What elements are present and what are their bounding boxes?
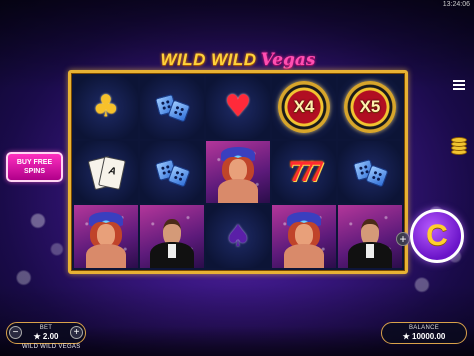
reel-cell-spade: ♠ [206,205,270,268]
multiplier-x4-chip: X4 [278,81,330,134]
reel-cell-showgirl [206,140,270,204]
bet-decrease-button[interactable]: − [9,326,22,339]
balance-panel: BALANCE ★ 10000.00 [381,322,467,344]
game-name: WILD WILD VEGAS [22,344,81,350]
showgirl-icon [74,205,138,268]
multiplier-x4-label: X4 [293,97,315,117]
logo-vegas-text: Vegas [260,50,316,70]
reels-frame: ♣ ♥ X4 X5 A 777 ♠ [68,70,408,274]
bet-increase-button[interactable]: + [70,326,83,339]
card-face: A [98,156,126,190]
autoplay-plus-button[interactable]: + [396,232,410,246]
showgirl-icon [206,141,270,204]
heart-icon: ♥ [224,89,252,125]
reel-cell-showgirl [272,205,336,268]
logo-wild-text: WILD WILD [160,50,257,69]
multiplier-x5-label: X5 [359,97,381,117]
reel-cell-heart: ♥ [206,76,270,139]
multiplier-x5-chip: X5 [344,81,396,134]
balance-value: ★ 10000.00 [402,332,446,341]
spin-icon: C [426,219,448,252]
reel-cell-sevens: 777 [272,140,336,204]
bet-panel[interactable]: − BET ★ 2.00 + [6,322,86,344]
reel-cell-dice [140,76,204,139]
buy-free-spins-button[interactable]: BUY FREE SPINS [6,152,63,182]
showgirl-icon [272,205,336,268]
gentleman-icon [140,205,204,268]
triple-seven-icon: 777 [289,154,324,188]
spade-icon: ♠ [224,218,252,254]
reel-cell-multiplier-x5: X5 [338,76,402,139]
dice-icon [352,158,389,188]
dice-icon [154,158,191,188]
reel-cell-cards: A [74,140,138,204]
reel-grid: ♣ ♥ X4 X5 A 777 ♠ [74,76,402,268]
coins-icon[interactable] [449,137,467,155]
reel-cell-dice [140,140,204,204]
reel-cell-showgirl [74,205,138,268]
reel-cell-dice [338,140,402,204]
dice-icon [154,94,191,123]
reel-cell-club: ♣ [74,76,138,139]
menu-icon[interactable] [453,80,465,90]
balance-label: BALANCE [408,325,440,331]
spin-button[interactable]: C [410,209,464,263]
reel-cell-man [338,205,402,268]
gentleman-icon [338,205,402,268]
club-icon: ♣ [92,89,120,125]
reel-cell-multiplier-x4: X4 [272,76,336,139]
playing-cards-icon: A [87,155,126,191]
clock: 13:24:06 [442,1,470,8]
buy-free-spins-label: BUY FREE SPINS [16,159,53,175]
reel-cell-man [140,205,204,268]
